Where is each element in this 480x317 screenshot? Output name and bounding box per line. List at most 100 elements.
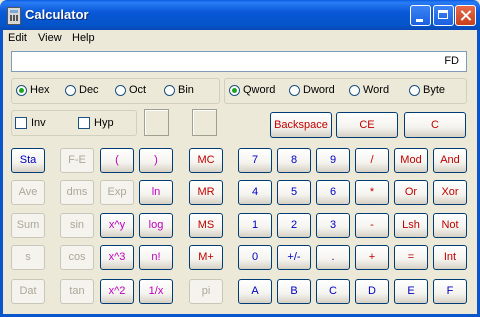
key-int-button[interactable]: Int — [433, 245, 467, 270]
key-6-button[interactable]: 6 — [316, 180, 350, 205]
key-sym-button[interactable]: + — [355, 245, 389, 270]
radio-empty-icon — [409, 84, 420, 96]
key-mr-button[interactable]: MR — [189, 180, 223, 205]
key-sym-button[interactable]: ( — [100, 148, 134, 173]
radio-byte-label: Byte — [423, 84, 446, 96]
key-1-x-button[interactable]: 1/x — [139, 279, 173, 304]
key-5-button[interactable]: 5 — [277, 180, 311, 205]
key-sta-button[interactable]: Sta — [11, 148, 45, 173]
radio-dword-label: Dword — [303, 84, 335, 96]
key-sum-button[interactable]: Sum — [11, 213, 45, 238]
key-f-button[interactable]: F — [433, 279, 467, 304]
key-d-button[interactable]: D — [355, 279, 389, 304]
radio-empty-icon — [289, 84, 300, 96]
key-sym-button[interactable]: . — [316, 245, 350, 270]
key-sym-button[interactable]: - — [355, 213, 389, 238]
key-c-button[interactable]: C — [316, 279, 350, 304]
key-sin-button[interactable]: sin — [60, 213, 94, 238]
radio-bin-label: Bin — [178, 84, 194, 96]
radio-word[interactable]: Word — [349, 84, 389, 96]
key-sym-button[interactable]: +/- — [277, 245, 311, 270]
key-b-button[interactable]: B — [277, 279, 311, 304]
number-base-group: Hex Dec Oct Bin — [11, 78, 220, 104]
key-sym-button[interactable]: / — [355, 148, 389, 173]
word-size-group: Qword Dword Word Byte — [224, 78, 467, 104]
backspace-button[interactable]: Backspace — [270, 112, 332, 138]
menu-view[interactable]: View — [38, 32, 62, 44]
key-2-button[interactable]: 2 — [277, 213, 311, 238]
key-mod-button[interactable]: Mod — [394, 148, 428, 173]
radio-selected-icon — [229, 84, 240, 96]
key-ave-button[interactable]: Ave — [11, 180, 45, 205]
menu-bar: Edit View Help — [0, 30, 480, 47]
key-a-button[interactable]: A — [238, 279, 272, 304]
window-frame-left — [0, 30, 3, 317]
key-4-button[interactable]: 4 — [238, 180, 272, 205]
radio-word-label: Word — [363, 84, 390, 96]
clear-button[interactable]: C — [404, 112, 466, 138]
result-display: FD — [11, 51, 467, 72]
key-s-button[interactable]: s — [11, 245, 45, 270]
window-title: Calculator — [25, 7, 89, 22]
radio-empty-icon — [65, 84, 76, 96]
key-exp-button[interactable]: Exp — [100, 180, 134, 205]
key-x-2-button[interactable]: x^2 — [100, 279, 134, 304]
radio-oct[interactable]: Oct — [115, 84, 146, 96]
key-0-button[interactable]: 0 — [238, 245, 272, 270]
key-7-button[interactable]: 7 — [238, 148, 272, 173]
key-x-3-button[interactable]: x^3 — [100, 245, 134, 270]
radio-empty-icon — [164, 84, 175, 96]
key-lsh-button[interactable]: Lsh — [394, 213, 428, 238]
key-dat-button[interactable]: Dat — [11, 279, 45, 304]
key-9-button[interactable]: 9 — [316, 148, 350, 173]
radio-qword[interactable]: Qword — [229, 84, 275, 96]
minimize-button[interactable] — [410, 5, 431, 26]
calculator-icon — [7, 7, 21, 25]
key-n-button[interactable]: n! — [139, 245, 173, 270]
key-3-button[interactable]: 3 — [316, 213, 350, 238]
key-tan-button[interactable]: tan — [60, 279, 94, 304]
key-ln-button[interactable]: ln — [139, 180, 173, 205]
key-mc-button[interactable]: MC — [189, 148, 223, 173]
key-x-y-button[interactable]: x^y — [100, 213, 134, 238]
radio-bin[interactable]: Bin — [164, 84, 194, 96]
key-sym-button[interactable]: * — [355, 180, 389, 205]
maximize-button[interactable] — [433, 5, 454, 26]
radio-hex-label: Hex — [30, 84, 50, 96]
radio-hex[interactable]: Hex — [16, 84, 50, 96]
radio-dec-label: Dec — [79, 84, 99, 96]
key-1-button[interactable]: 1 — [238, 213, 272, 238]
radio-byte[interactable]: Byte — [409, 84, 445, 96]
key-cos-button[interactable]: cos — [60, 245, 94, 270]
key-xor-button[interactable]: Xor — [433, 180, 467, 205]
close-button[interactable] — [455, 5, 476, 26]
hyp-checkbox[interactable]: Hyp — [78, 117, 114, 129]
radio-qword-label: Qword — [243, 84, 276, 96]
inv-checkbox[interactable]: Inv — [15, 117, 46, 129]
radio-dword[interactable]: Dword — [289, 84, 335, 96]
menu-edit[interactable]: Edit — [8, 32, 27, 44]
radio-selected-icon — [16, 84, 27, 96]
key-ms-button[interactable]: MS — [189, 213, 223, 238]
menu-help[interactable]: Help — [72, 32, 95, 44]
clear-entry-button[interactable]: CE — [336, 112, 398, 138]
radio-empty-icon — [115, 84, 126, 96]
memory-indicator — [192, 109, 217, 136]
key-dms-button[interactable]: dms — [60, 180, 94, 205]
radio-empty-icon — [349, 84, 360, 96]
key-f-e-button[interactable]: F-E — [60, 148, 94, 173]
key-e-button[interactable]: E — [394, 279, 428, 304]
radio-oct-label: Oct — [129, 84, 147, 96]
checkbox-icon — [15, 117, 27, 129]
title-bar[interactable]: Calculator — [0, 0, 480, 30]
key-m-button[interactable]: M+ — [189, 245, 223, 270]
radio-dec[interactable]: Dec — [65, 84, 99, 96]
key-or-button[interactable]: Or — [394, 180, 428, 205]
key-8-button[interactable]: 8 — [277, 148, 311, 173]
key-sym-button[interactable]: ) — [139, 148, 173, 173]
key-not-button[interactable]: Not — [433, 213, 467, 238]
key-sym-button[interactable]: = — [394, 245, 428, 270]
key-log-button[interactable]: log — [139, 213, 173, 238]
key-and-button[interactable]: And — [433, 148, 467, 173]
key-pi-button[interactable]: pi — [189, 279, 223, 304]
